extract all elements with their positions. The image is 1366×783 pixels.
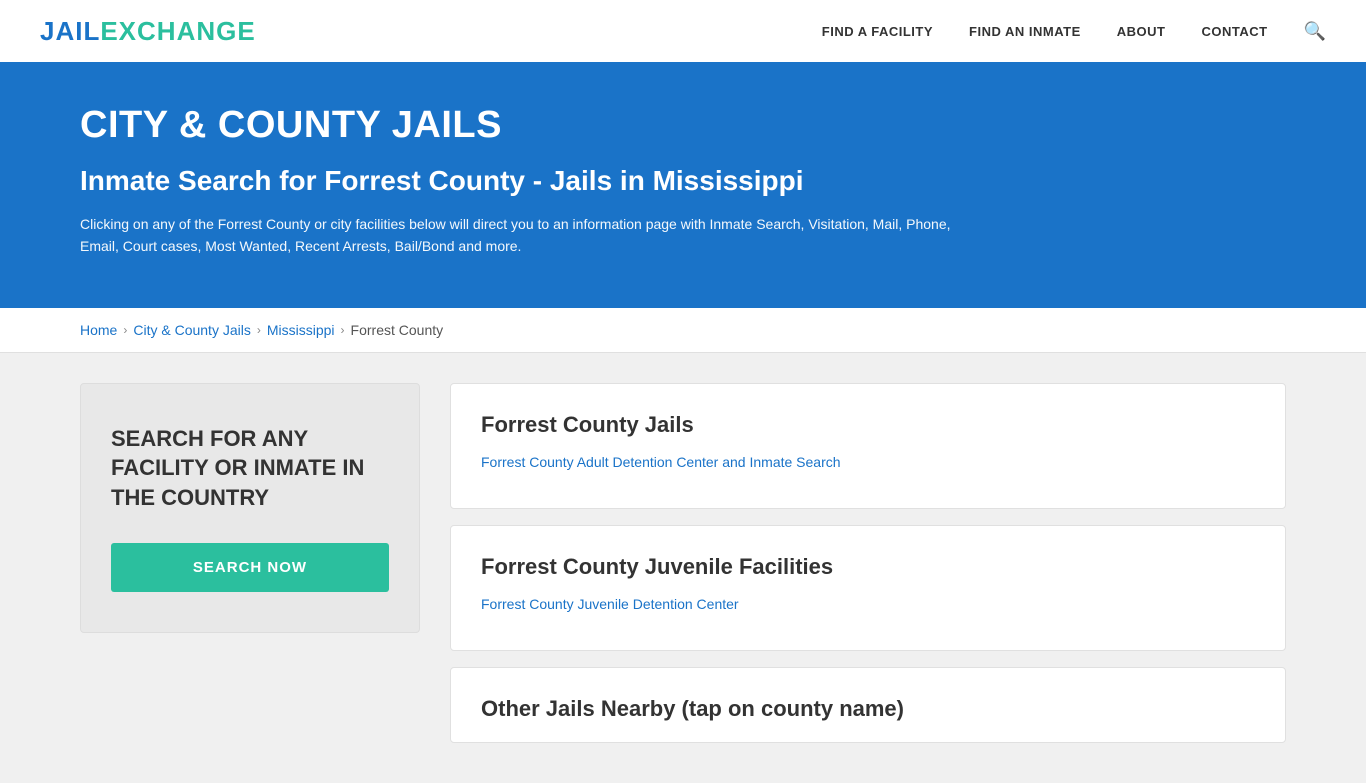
facility-cards-panel: Forrest County Jails Forrest County Adul… — [450, 383, 1286, 743]
hero-banner: CITY & COUNTY JAILS Inmate Search for Fo… — [0, 64, 1366, 308]
breadcrumb-sep-2: › — [257, 323, 261, 337]
hero-subtitle: Inmate Search for Forrest County - Jails… — [80, 165, 1286, 197]
juvenile-link-1[interactable]: Forrest County Juvenile Detention Center — [481, 596, 1255, 612]
search-panel-text: SEARCH FOR ANY FACILITY OR INMATE IN THE… — [111, 424, 389, 513]
other-jails-card: Other Jails Nearby (tap on county name) — [450, 667, 1286, 743]
nav-find-inmate[interactable]: FIND AN INMATE — [969, 24, 1081, 39]
other-jails-card-title: Other Jails Nearby (tap on county name) — [481, 696, 1255, 722]
search-now-button[interactable]: SEARCH NOW — [111, 543, 389, 592]
jails-link-1[interactable]: Forrest County Adult Detention Center an… — [481, 454, 1255, 470]
hero-description: Clicking on any of the Forrest County or… — [80, 213, 980, 258]
jails-card: Forrest County Jails Forrest County Adul… — [450, 383, 1286, 509]
search-icon[interactable]: 🔍 — [1304, 21, 1326, 42]
breadcrumb-sep-1: › — [123, 323, 127, 337]
juvenile-card: Forrest County Juvenile Facilities Forre… — [450, 525, 1286, 651]
nav-find-facility[interactable]: FIND A FACILITY — [822, 24, 933, 39]
nav-about[interactable]: ABOUT — [1117, 24, 1166, 39]
juvenile-card-title: Forrest County Juvenile Facilities — [481, 554, 1255, 580]
hero-title: CITY & COUNTY JAILS — [80, 104, 1286, 147]
site-header: JAILEXCHANGE FIND A FACILITY FIND AN INM… — [0, 0, 1366, 64]
main-nav: FIND A FACILITY FIND AN INMATE ABOUT CON… — [822, 21, 1326, 42]
breadcrumb-city-county-jails[interactable]: City & County Jails — [133, 322, 250, 338]
breadcrumb-forrest-county: Forrest County — [351, 322, 444, 338]
breadcrumb-mississippi[interactable]: Mississippi — [267, 322, 335, 338]
logo-jail: JAIL — [40, 16, 100, 46]
logo-exchange: EXCHANGE — [100, 16, 255, 46]
main-content: SEARCH FOR ANY FACILITY OR INMATE IN THE… — [0, 353, 1366, 783]
breadcrumb-sep-3: › — [341, 323, 345, 337]
jails-card-title: Forrest County Jails — [481, 412, 1255, 438]
site-logo[interactable]: JAILEXCHANGE — [40, 16, 256, 47]
nav-contact[interactable]: CONTACT — [1201, 24, 1267, 39]
search-panel: SEARCH FOR ANY FACILITY OR INMATE IN THE… — [80, 383, 420, 633]
breadcrumb-home[interactable]: Home — [80, 322, 117, 338]
breadcrumb: Home › City & County Jails › Mississippi… — [0, 308, 1366, 353]
